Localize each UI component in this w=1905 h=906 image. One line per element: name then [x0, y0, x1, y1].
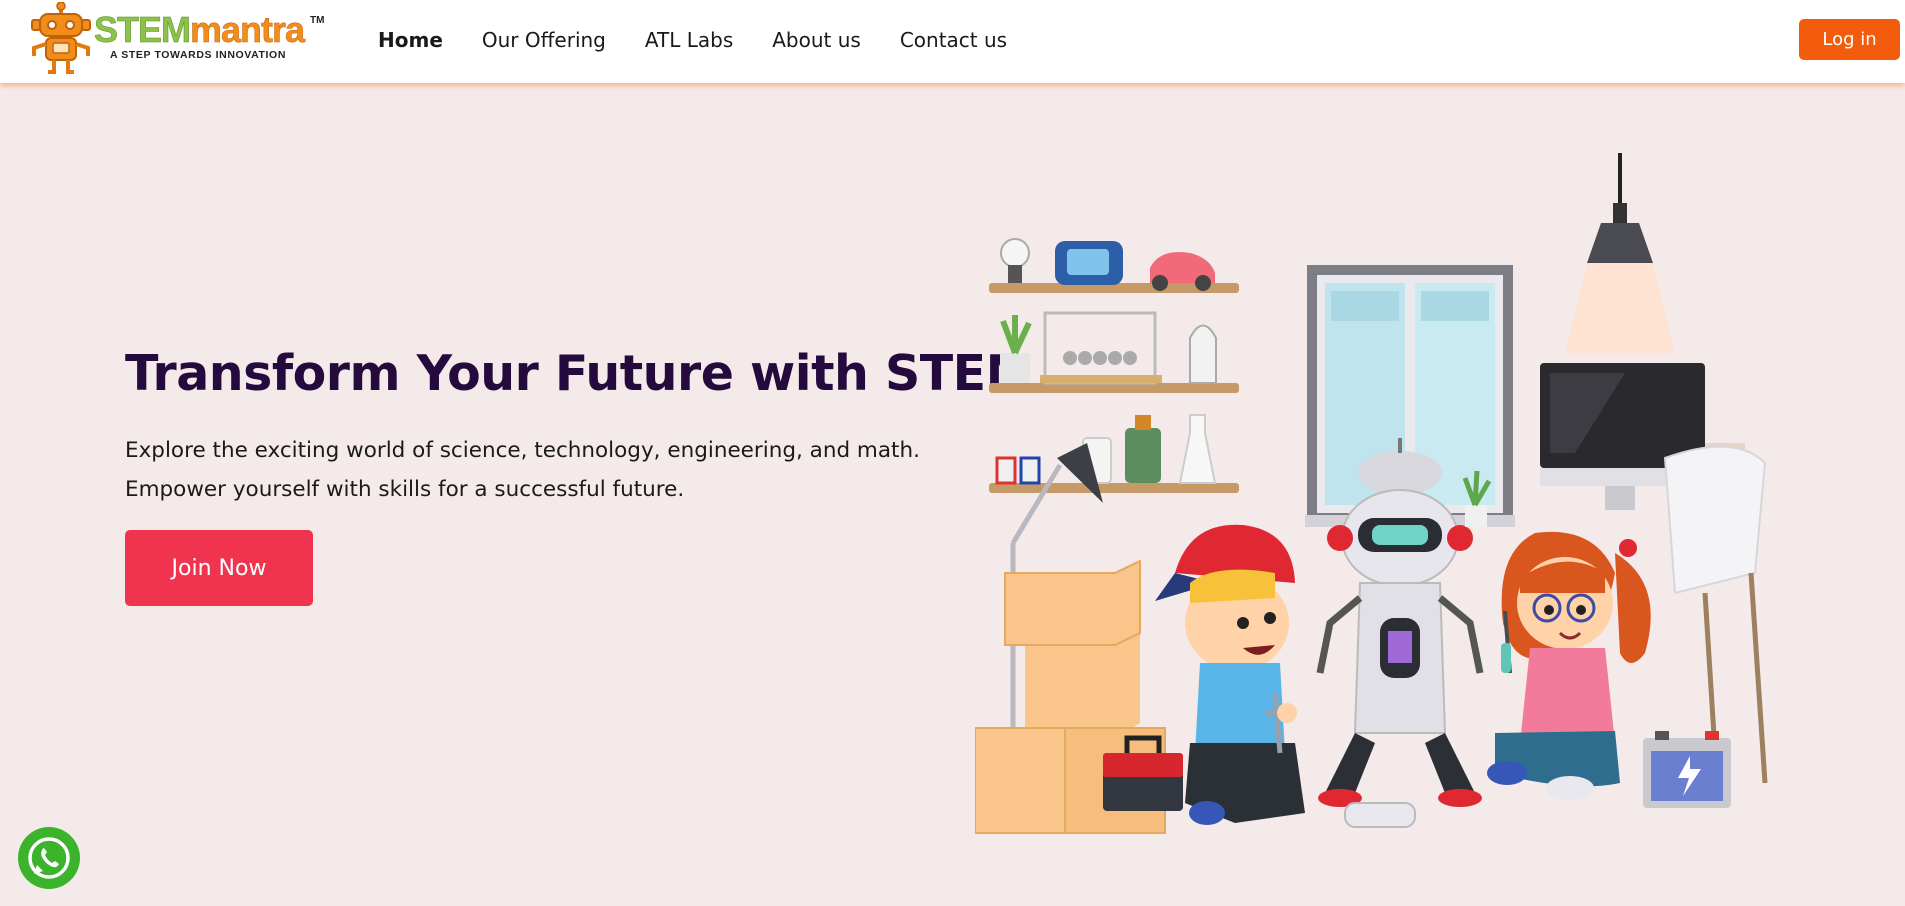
hero-section: Transform Your Future with STEM Explore …: [0, 83, 1905, 906]
brand-tagline: A STEP TOWARDS INNOVATION: [110, 49, 287, 61]
stem-kids-robot-illustration: [975, 153, 1768, 834]
robot-logo-icon: [31, 2, 91, 74]
join-now-button[interactable]: Join Now: [125, 530, 313, 606]
brand-name-mantra: mantra: [190, 9, 306, 50]
stemmantra-logo[interactable]: STEMmantra TM A STEP TOWARDS INNOVATION: [26, 2, 326, 76]
hero-title: Transform Your Future with STEM: [125, 345, 1034, 402]
nav-item-contact-us[interactable]: Contact us: [900, 26, 1007, 54]
whatsapp-icon: [28, 837, 70, 879]
hero-description: Explore the exciting world of science, t…: [125, 438, 920, 502]
login-button[interactable]: Log in: [1799, 19, 1900, 60]
whatsapp-chat-button[interactable]: [18, 827, 80, 889]
nav-item-our-offering[interactable]: Our Offering: [482, 26, 606, 54]
brand-name-stem: STEM: [94, 9, 192, 50]
brand-name: STEMmantra: [94, 9, 306, 50]
nav-item-about-us[interactable]: About us: [772, 26, 861, 54]
nav-item-atl-labs[interactable]: ATL Labs: [645, 26, 733, 54]
site-header: STEMmantra TM A STEP TOWARDS INNOVATION …: [0, 0, 1905, 83]
main-nav: Home Our Offering ATL Labs About us Cont…: [378, 26, 1046, 54]
nav-item-home[interactable]: Home: [378, 26, 443, 54]
trademark-mark: TM: [310, 15, 325, 26]
